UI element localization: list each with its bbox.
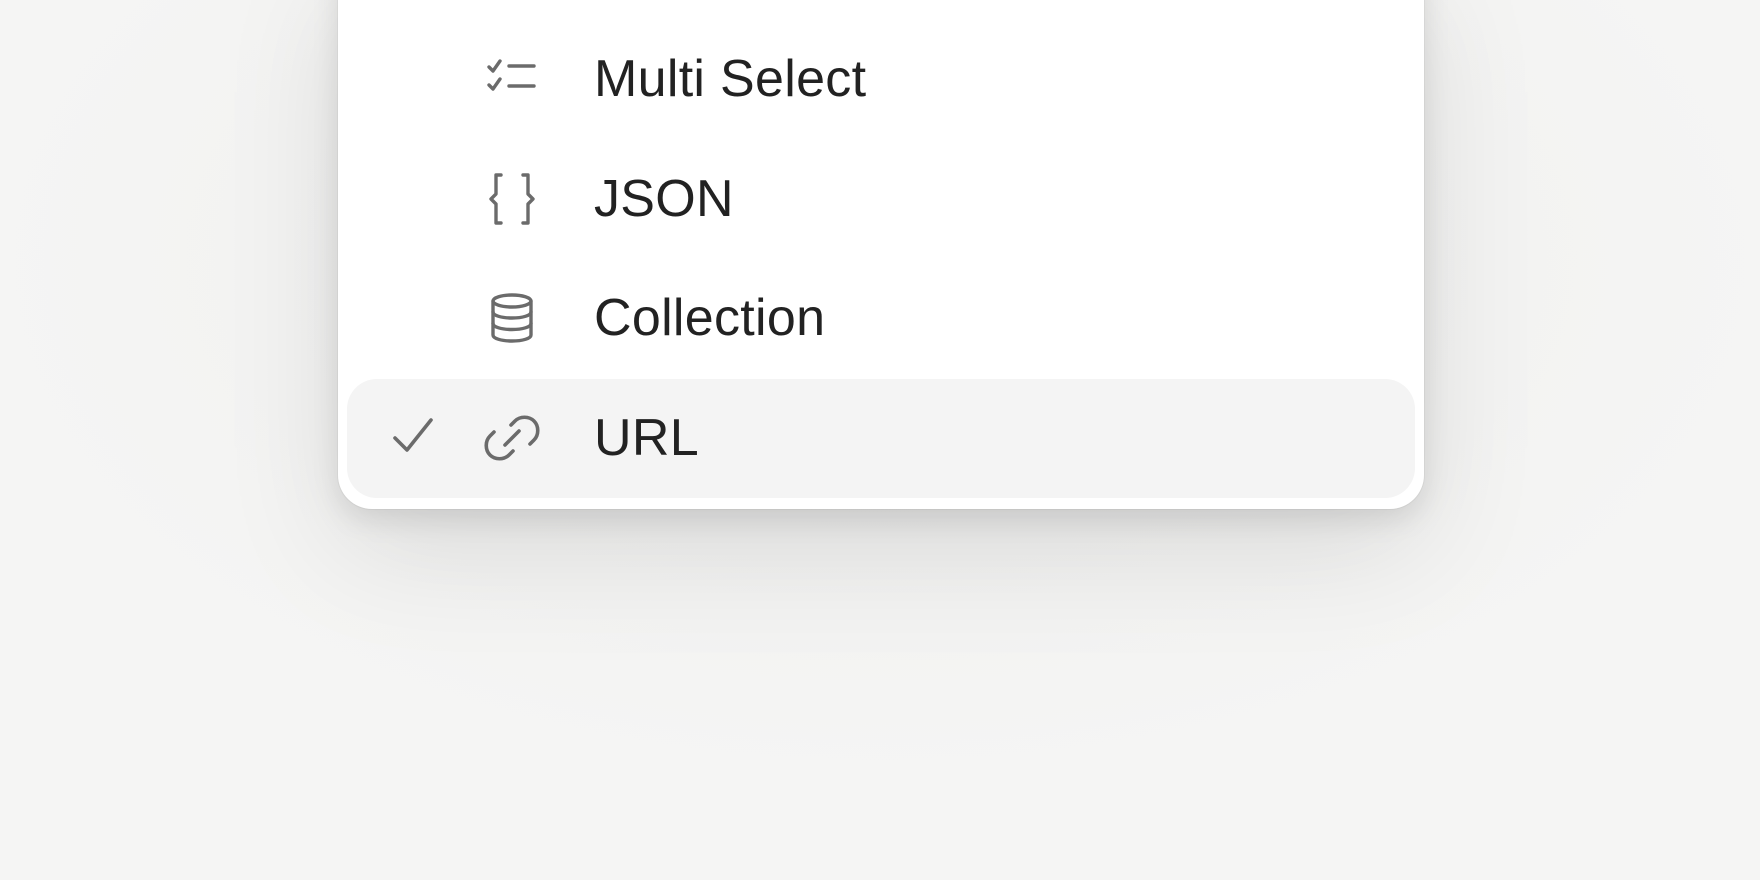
menu-item-label: Collection bbox=[594, 289, 826, 347]
menu-item-url[interactable]: URL bbox=[347, 379, 1415, 498]
checklist-icon bbox=[484, 51, 540, 107]
braces-icon bbox=[484, 171, 540, 227]
menu-item-json[interactable]: JSON bbox=[347, 140, 1415, 259]
menu-item-collection[interactable]: Collection bbox=[347, 259, 1415, 378]
menu-item-label: Multi Select bbox=[594, 50, 867, 108]
checkmark-icon bbox=[391, 416, 435, 460]
menu-item-label: URL bbox=[594, 409, 699, 467]
menu-item-multi-select[interactable]: Multi Select bbox=[347, 20, 1415, 139]
menu-item-label: JSON bbox=[594, 170, 734, 228]
database-icon bbox=[484, 290, 540, 346]
link-icon bbox=[484, 410, 540, 466]
field-type-menu: Multi Select JSON Collection URL bbox=[338, 0, 1424, 509]
